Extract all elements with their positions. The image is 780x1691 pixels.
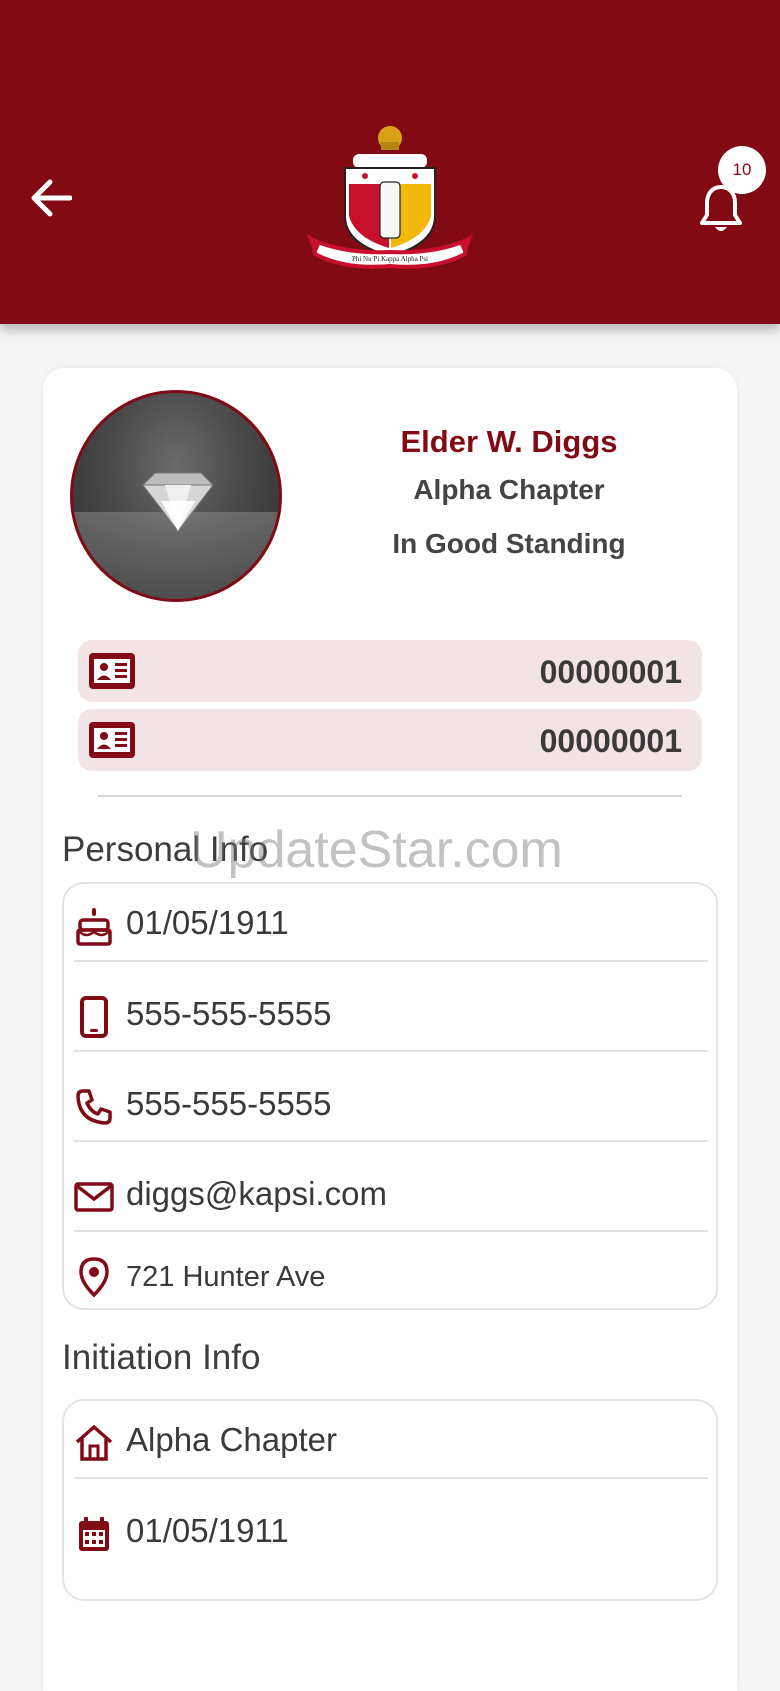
cake-icon	[76, 908, 112, 946]
personal-info-box: 01/05/1911 555-555-5555 555-555-5555 dig…	[62, 882, 718, 1310]
personal-info-title: Personal Info	[62, 830, 269, 869]
phone-icon	[76, 1089, 112, 1125]
map-pin-icon	[79, 1257, 109, 1297]
member-id-row: 00000001	[78, 709, 702, 771]
member-name: Elder W. Diggs	[400, 424, 618, 459]
email-value: diggs@kapsi.com	[126, 1175, 387, 1212]
member-id-row: 00000001	[78, 640, 702, 702]
id-card-icon	[89, 653, 135, 689]
mail-icon	[74, 1182, 114, 1212]
back-button[interactable]	[26, 170, 76, 226]
mobile-value: 555-555-5555	[126, 995, 332, 1032]
diamond-icon	[141, 472, 215, 532]
birthday-value: 01/05/1911	[126, 904, 289, 941]
app-header: Phi Nu Pi Kappa Alpha Psi 10	[0, 0, 780, 324]
initiation-date-value: 01/05/1911	[126, 1512, 289, 1549]
notification-count-badge: 10	[718, 146, 766, 194]
initiation-date-row: 01/05/1911	[64, 1492, 716, 1582]
divider	[98, 795, 682, 797]
house-icon	[75, 1425, 113, 1461]
id-card-icon	[89, 722, 135, 758]
arrow-left-icon	[31, 179, 72, 217]
calendar-icon	[79, 1517, 109, 1551]
avatar	[70, 390, 282, 602]
fraternity-crest-logo: Phi Nu Pi Kappa Alpha Psi	[307, 126, 473, 269]
mobile-phone-icon	[80, 996, 108, 1038]
member-chapter: Alpha Chapter	[413, 474, 605, 505]
member-status: In Good Standing	[392, 528, 626, 559]
member-id-value: 00000001	[539, 723, 682, 759]
logo-ribbon-text: Phi Nu Pi Kappa Alpha Psi	[352, 255, 428, 263]
initiation-info-box: Alpha Chapter 01/05/1911	[62, 1399, 718, 1601]
phone-value: 555-555-5555	[126, 1085, 332, 1122]
initiation-chapter-value: Alpha Chapter	[126, 1421, 337, 1458]
initiation-info-title: Initiation Info	[62, 1338, 261, 1377]
address-row[interactable]: 721 Hunter Ave	[64, 1243, 716, 1311]
member-id-value: 00000001	[539, 654, 682, 690]
address-value: 721 Hunter Ave	[126, 1261, 326, 1293]
